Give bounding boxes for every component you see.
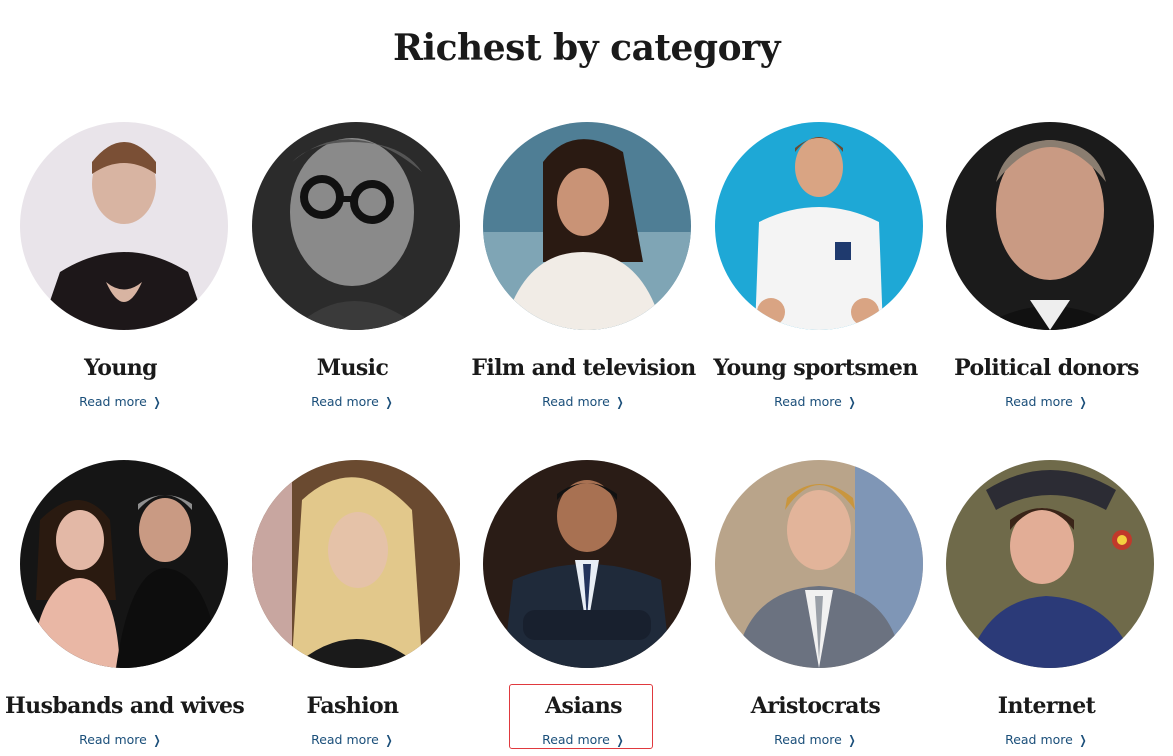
photo-political-donors[interactable] (946, 122, 1154, 330)
chevron-right-icon: ❯ (616, 395, 624, 409)
section-title: Richest by category (393, 27, 781, 69)
category-label: Fashion (306, 693, 399, 719)
photo-fashion[interactable] (252, 460, 460, 668)
read-more-link[interactable]: Read more ❯ (468, 394, 699, 410)
read-more-link[interactable]: Read more ❯ (5, 394, 236, 410)
category-label: Young (84, 355, 157, 381)
chevron-right-icon: ❯ (848, 733, 856, 747)
chevron-right-icon: ❯ (153, 733, 161, 747)
read-more-link[interactable]: Read more ❯ (237, 732, 468, 748)
read-more-link[interactable]: Read more ❯ (5, 732, 236, 748)
chevron-right-icon: ❯ (153, 395, 161, 409)
photo-aristocrats[interactable] (715, 460, 923, 668)
photo-music[interactable] (252, 122, 460, 330)
category-label: Political donors (954, 355, 1139, 381)
chevron-right-icon: ❯ (1079, 395, 1087, 409)
category-label: Aristocrats (750, 693, 881, 719)
selection-highlight-box (509, 684, 653, 749)
photo-young[interactable] (20, 122, 228, 330)
photo-internet[interactable] (946, 460, 1154, 668)
photo-asians[interactable] (483, 460, 691, 668)
read-more-link[interactable]: Read more ❯ (931, 394, 1162, 410)
category-label: Film and television (471, 355, 696, 381)
category-label: Husbands and wives (5, 693, 245, 719)
category-label: Music (316, 355, 389, 381)
chevron-right-icon: ❯ (385, 395, 393, 409)
category-label: Internet (997, 693, 1096, 719)
photo-young-sportsmen[interactable] (715, 122, 923, 330)
category-label: Young sportsmen (713, 355, 918, 381)
photo-husbands-and-wives[interactable] (20, 460, 228, 668)
chevron-right-icon: ❯ (848, 395, 856, 409)
read-more-link[interactable]: Read more ❯ (931, 732, 1162, 748)
read-more-link[interactable]: Read more ❯ (700, 732, 931, 748)
photo-film-and-television[interactable] (483, 122, 691, 330)
chevron-right-icon: ❯ (385, 733, 393, 747)
read-more-link[interactable]: Read more ❯ (237, 394, 468, 410)
chevron-right-icon: ❯ (1079, 733, 1087, 747)
read-more-link[interactable]: Read more ❯ (700, 394, 931, 410)
